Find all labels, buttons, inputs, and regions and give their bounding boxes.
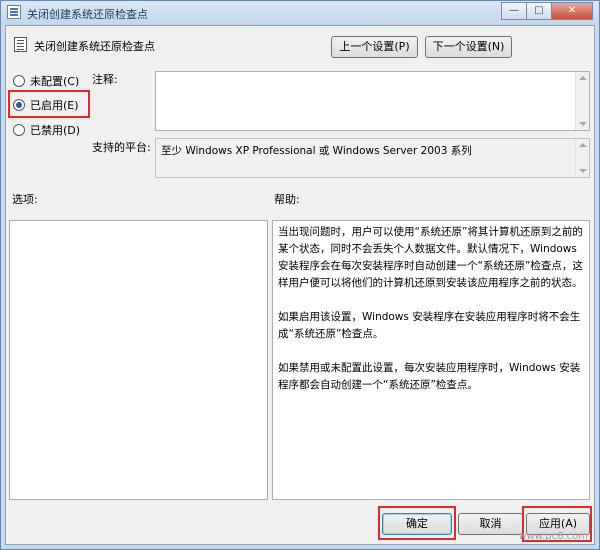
enabled-highlight-box xyxy=(8,90,90,118)
help-label: 帮助: xyxy=(274,193,300,206)
cancel-button[interactable]: 取消 xyxy=(458,513,523,535)
help-paragraph: 当出现问题时，用户可以使用“系统还原”将其计算机还原到之前的某个状态，同时不会丢… xyxy=(278,226,583,289)
ok-highlight-box xyxy=(378,506,456,540)
policy-window: 关闭创建系统还原检查点 — □ ✕ 关闭创建系统还原检查点 上一个设置(P) 下… xyxy=(0,0,600,550)
radio-label: 未配置(C) xyxy=(30,75,80,88)
comment-label: 注释: xyxy=(92,73,118,86)
options-label: 选项: xyxy=(12,193,38,206)
platform-field: 至少 Windows XP Professional 或 Windows Ser… xyxy=(155,138,590,178)
radio-circle[interactable] xyxy=(13,75,25,87)
close-button[interactable]: ✕ xyxy=(551,2,593,20)
next-setting-button[interactable]: 下一个设置(N) xyxy=(425,36,512,58)
help-paragraph: 如果禁用或未配置此设置，每次安装应用程序时，Windows 安装程序都会自动创建… xyxy=(278,362,581,391)
platform-scrollbar[interactable] xyxy=(575,139,589,177)
radio-label: 已禁用(D) xyxy=(30,124,81,137)
window-title: 关闭创建系统还原检查点 xyxy=(27,8,148,21)
help-panel[interactable]: 当出现问题时，用户可以使用“系统还原”将其计算机还原到之前的某个状态，同时不会丢… xyxy=(272,220,590,500)
radio-disabled[interactable]: 已禁用(D) xyxy=(13,122,80,138)
comment-textarea[interactable] xyxy=(155,71,590,131)
watermark: www.pc6.com xyxy=(518,531,588,542)
help-paragraph: 如果启用该设置，Windows 安装程序在安装应用程序时将不会生成“系统还原”检… xyxy=(278,311,581,340)
platform-label: 支持的平台: xyxy=(92,141,151,154)
radio-circle[interactable] xyxy=(13,124,25,136)
comment-scrollbar[interactable] xyxy=(575,72,589,130)
dialog-body: 关闭创建系统还原检查点 上一个设置(P) 下一个设置(N) 未配置(C) 已启用… xyxy=(5,25,595,545)
help-text: 当出现问题时，用户可以使用“系统还原”将其计算机还原到之前的某个状态，同时不会丢… xyxy=(278,224,585,411)
title-bar[interactable]: 关闭创建系统还原检查点 — □ ✕ xyxy=(1,1,599,25)
previous-setting-button[interactable]: 上一个设置(P) xyxy=(331,36,418,58)
minimize-button[interactable]: — xyxy=(501,2,527,20)
maximize-button[interactable]: □ xyxy=(526,2,552,20)
policy-document-icon xyxy=(14,37,27,52)
options-panel xyxy=(9,220,268,500)
policy-settings-icon xyxy=(7,5,21,19)
policy-name: 关闭创建系统还原检查点 xyxy=(34,40,155,53)
platform-value: 至少 Windows XP Professional 或 Windows Ser… xyxy=(161,145,472,157)
radio-not-configured[interactable]: 未配置(C) xyxy=(13,73,79,89)
window-controls: — □ ✕ xyxy=(501,2,593,20)
